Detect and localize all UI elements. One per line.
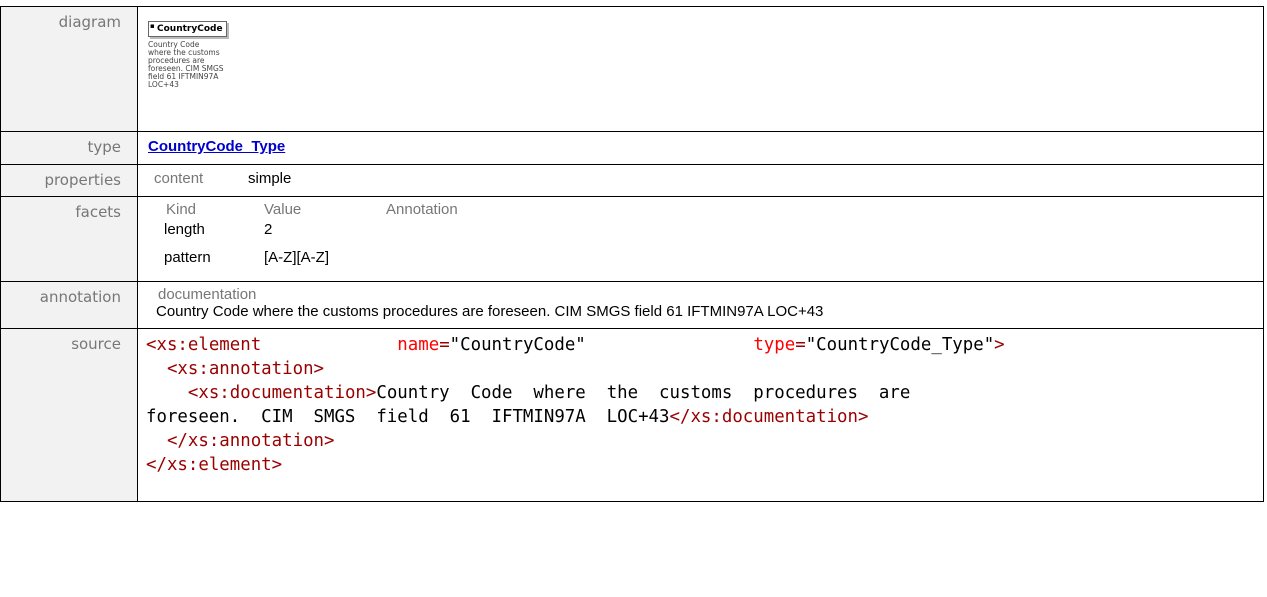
source-tag: </xs:element> bbox=[146, 455, 283, 475]
source-attr: name bbox=[397, 335, 440, 355]
source-tag: <xs:annotation> bbox=[166, 359, 325, 379]
facet-value: [A-Z][A-Z] bbox=[264, 249, 329, 266]
element-marker-icon: ▪ bbox=[150, 22, 155, 30]
facet-item: pattern [A-Z][A-Z] bbox=[148, 249, 1263, 277]
diagram-label: diagram bbox=[0, 6, 138, 132]
type-row: type CountryCode_Type bbox=[0, 131, 1264, 165]
source-tag: </xs:annotation> bbox=[166, 431, 335, 451]
facets-header: Kind Value Annotation bbox=[148, 201, 1263, 221]
element-box: ▪ CountryCode bbox=[148, 21, 227, 37]
element-box-name: CountryCode bbox=[157, 24, 223, 34]
source-tag: <xs:element bbox=[146, 335, 262, 355]
type-label: type bbox=[0, 131, 138, 165]
properties-row: properties content simple bbox=[0, 164, 1264, 197]
facets-row: facets Kind Value Annotation length 2 pa… bbox=[0, 196, 1264, 282]
source-code: <xs:element name="CountryCode" type="Cou… bbox=[146, 335, 1005, 475]
diagram-row: diagram ▪ CountryCode Country Code where… bbox=[0, 6, 1264, 132]
annotation-label: annotation bbox=[0, 281, 138, 329]
annotation-text: Country Code where the customs procedure… bbox=[156, 303, 824, 320]
source-attr-value: "CountryCode" bbox=[449, 335, 586, 355]
diagram-documentation: Country Code where the customs procedure… bbox=[148, 40, 224, 89]
element-diagram: ▪ CountryCode Country Code where the cus… bbox=[148, 17, 238, 89]
source-attr-value: "CountryCode_Type" bbox=[805, 335, 995, 355]
type-link[interactable]: CountryCode_Type bbox=[148, 138, 285, 155]
annotation-row: annotation documentation Country Code wh… bbox=[0, 281, 1264, 329]
source-text: Country Code where the customs procedure… bbox=[376, 383, 911, 403]
diagram-cell: ▪ CountryCode Country Code where the cus… bbox=[137, 6, 1264, 132]
source-text: foreseen. CIM SMGS field 61 IFTMIN97A LO… bbox=[146, 407, 670, 427]
facet-kind: pattern bbox=[164, 249, 211, 266]
facet-kind: length bbox=[164, 221, 205, 238]
properties-label: properties bbox=[0, 164, 138, 197]
property-key: content bbox=[154, 170, 204, 187]
facet-value: 2 bbox=[264, 221, 273, 238]
facets-label: facets bbox=[0, 196, 138, 282]
properties-grid: content simple bbox=[148, 169, 1263, 187]
source-tag: </xs:documentation> bbox=[669, 407, 869, 427]
source-attr: type bbox=[753, 335, 796, 355]
facets-header-kind: Kind bbox=[166, 201, 197, 218]
source-row: source <xs:element name="CountryCode" ty… bbox=[0, 328, 1264, 502]
facets-header-value: Value bbox=[264, 201, 302, 218]
facets-header-annotation: Annotation bbox=[386, 201, 458, 218]
source-tag: <xs:documentation> bbox=[187, 383, 377, 403]
property-value: simple bbox=[248, 170, 292, 187]
source-label: source bbox=[0, 328, 138, 502]
schema-element-table: diagram ▪ CountryCode Country Code where… bbox=[0, 6, 1264, 502]
facet-item: length 2 bbox=[148, 221, 1263, 249]
annotation-head: documentation bbox=[158, 286, 257, 303]
